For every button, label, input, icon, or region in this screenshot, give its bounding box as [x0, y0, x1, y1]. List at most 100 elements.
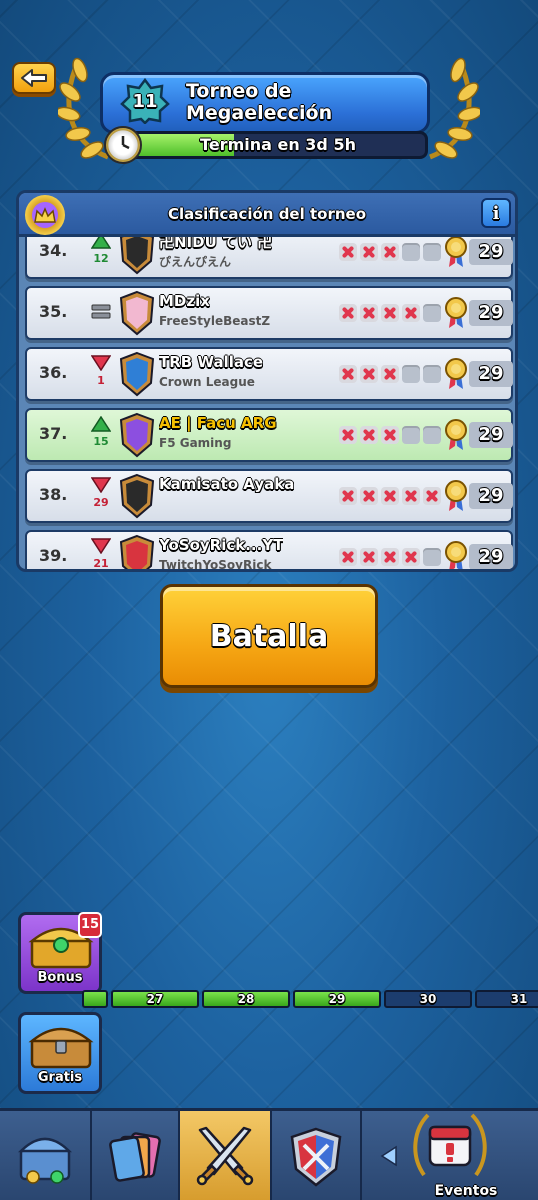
crown-badge-icon [25, 195, 65, 235]
player-score: 29 [469, 483, 513, 509]
nav-left-arrow-icon[interactable] [380, 1145, 398, 1167]
trend-same-icon [91, 304, 111, 319]
events-label: Eventos [434, 1183, 498, 1199]
nav-clan[interactable] [272, 1111, 362, 1200]
trend-value: 1 [97, 374, 105, 387]
leaderboard-row[interactable]: 35. MDzix FreeStyleBeastZ 29 [25, 286, 513, 340]
trend-down-icon [90, 355, 112, 372]
match-results [339, 487, 441, 505]
trend-indicator: 29 [89, 477, 113, 509]
trend-up-icon [90, 237, 112, 249]
trend-down-icon [90, 477, 112, 494]
player-score: 29 [469, 239, 513, 265]
player-name: YoSoyRick...YT [159, 536, 284, 554]
events-calendar-icon [413, 1113, 487, 1177]
loss-marker [381, 548, 399, 566]
tournament-title-line1: Torneo de [186, 80, 292, 102]
trend-value: 15 [93, 435, 109, 448]
back-button[interactable] [12, 62, 56, 94]
player-clan: Crown League [159, 375, 255, 389]
player-name: 卍NIDU てい 卍 [159, 237, 273, 251]
trend-indicator: 1 [89, 355, 113, 387]
medal-icon [445, 296, 467, 334]
trend-down-icon [90, 538, 112, 555]
loss-marker [402, 548, 420, 566]
loss-marker [339, 548, 357, 566]
player-score: 29 [469, 422, 513, 448]
player-clan: F5 Gaming [159, 436, 232, 450]
track-segment: 31 [475, 990, 538, 1008]
medal-icon [445, 479, 467, 517]
nav-battle[interactable] [180, 1111, 272, 1200]
clan-badge-icon [117, 351, 157, 397]
loss-marker [360, 548, 378, 566]
back-arrow-icon [21, 69, 47, 87]
medal-icon [445, 237, 467, 273]
loss-marker [381, 426, 399, 444]
empty-slot [423, 304, 441, 322]
player-clan: ぴえんぴえん [159, 255, 232, 269]
leaderboard-row[interactable]: 38. 29 Kamisato Ayaka 29 [25, 469, 513, 523]
player-name: Kamisato Ayaka [159, 475, 295, 493]
leaderboard-header: Clasificación del torneo i [19, 193, 515, 237]
loss-marker [339, 426, 357, 444]
bottom-nav: Eventos [0, 1108, 538, 1200]
trend-value: 29 [93, 496, 109, 509]
player-score: 29 [469, 300, 513, 326]
leaderboard-row[interactable]: 36. 1 TRB Wallace Crown League 29 [25, 347, 513, 401]
clan-icon [290, 1127, 342, 1187]
trend-value: 21 [93, 557, 109, 569]
shop-icon [17, 1137, 73, 1184]
loss-marker [339, 243, 357, 261]
loss-marker [381, 243, 399, 261]
leaderboard-row[interactable]: 37. 15 AE | Facu ARG F5 Gaming 29 [25, 408, 513, 462]
medal-icon [445, 540, 467, 569]
loss-marker [402, 487, 420, 505]
loss-marker [360, 487, 378, 505]
player-score: 29 [469, 544, 513, 569]
loss-marker [360, 426, 378, 444]
level-badge: 11 [120, 78, 170, 124]
nav-events[interactable]: Eventos [362, 1111, 538, 1200]
empty-slot [423, 426, 441, 444]
leaderboard-panel: Clasificación del torneo i 34. 12 卍NIDU てい… [16, 190, 518, 572]
leaderboard-row[interactable]: 34. 12 卍NIDU てい 卍ぴえんぴえん 29 [25, 237, 513, 279]
rank-number: 34. [39, 241, 68, 260]
rank-number: 39. [39, 546, 68, 565]
free-label: Gratis [37, 1070, 83, 1085]
timer-text: Termina en 3d 5h [200, 135, 356, 154]
battle-button[interactable]: Batalla [160, 584, 378, 688]
nav-shop[interactable] [0, 1111, 92, 1200]
trend-up-icon [90, 415, 112, 432]
trend-indicator: 12 [89, 237, 113, 265]
loss-marker [423, 487, 441, 505]
loss-marker [381, 487, 399, 505]
leaderboard-title: Clasificación del torneo [167, 205, 367, 223]
clan-badge-icon [117, 473, 157, 519]
bonus-count-badge: 15 [78, 912, 102, 938]
clan-badge-icon [117, 412, 157, 458]
leaderboard-row[interactable]: 39. 21 YoSoyRick...YT TwitchYoSoyRick 29 [25, 530, 513, 569]
loss-marker [381, 304, 399, 322]
match-results [339, 304, 441, 322]
rank-number: 38. [39, 485, 68, 504]
leaderboard-rows[interactable]: 34. 12 卍NIDU てい 卍ぴえんぴえん 29 35. MDzix FreeStyle… [19, 237, 515, 569]
player-name: MDzix [159, 292, 210, 310]
clock-icon [104, 126, 142, 164]
nav-cards[interactable] [92, 1111, 180, 1200]
empty-slot [423, 365, 441, 383]
player-clan: TwitchYoSoyRick [159, 558, 272, 569]
info-button[interactable]: i [481, 198, 511, 228]
player-name: TRB Wallace [159, 353, 264, 371]
track-segment: 27 [111, 990, 199, 1008]
loss-marker [402, 304, 420, 322]
medal-icon [445, 357, 467, 395]
loss-marker [360, 243, 378, 261]
loss-marker [339, 487, 357, 505]
empty-slot [402, 426, 420, 444]
player-clan: FreeStyleBeastZ [159, 314, 271, 328]
free-chest-button[interactable]: Gratis [18, 1012, 102, 1094]
battle-swords-icon [196, 1126, 254, 1186]
match-results [339, 426, 441, 444]
empty-slot [402, 365, 420, 383]
